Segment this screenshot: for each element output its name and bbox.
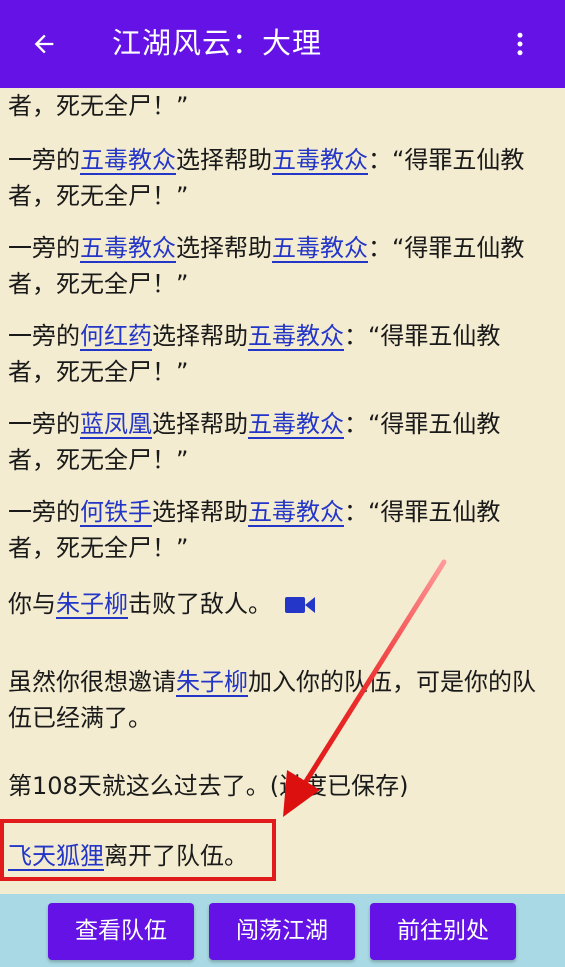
- app-bar: 江湖风云：大理: [0, 0, 565, 88]
- log-message: 一旁的五毒教众选择帮助五毒教众：“得罪五仙教者，死无全尸！”: [8, 142, 548, 214]
- message-text: 选择帮助: [152, 410, 248, 438]
- npc-name-link[interactable]: 五毒教众: [248, 322, 344, 350]
- bottom-action-bar: 查看队伍 闯荡江湖 前往别处: [0, 894, 565, 967]
- log-message: 一旁的五毒教众选择帮助五毒教众：“得罪五仙教者，死无全尸！”: [8, 230, 548, 302]
- more-options-button[interactable]: [500, 24, 540, 64]
- back-button[interactable]: [24, 24, 64, 64]
- annotation-highlight-box: [0, 819, 276, 881]
- message-text: 一旁的: [8, 410, 80, 438]
- npc-name-link[interactable]: 朱子柳: [176, 668, 248, 696]
- more-vert-icon: [517, 32, 523, 56]
- arrow-left-icon: [34, 34, 54, 54]
- message-text: 一旁的: [8, 234, 80, 262]
- message-text: 一旁的: [8, 322, 80, 350]
- npc-name-link[interactable]: 五毒教众: [272, 234, 368, 262]
- log-message: 者，死无全尸！”: [8, 88, 548, 124]
- message-text: 一旁的: [8, 146, 80, 174]
- message-text: 选择帮助: [176, 234, 272, 262]
- message-text: 选择帮助: [176, 146, 272, 174]
- log-message: 第108天就这么过去了。(进度已保存): [8, 768, 548, 804]
- message-text: 虽然你很想邀请: [8, 668, 176, 696]
- npc-name-link[interactable]: 五毒教众: [272, 146, 368, 174]
- go-elsewhere-button[interactable]: 前往别处: [370, 903, 516, 960]
- message-text: 第108天就这么过去了。(进度已保存): [8, 772, 409, 800]
- message-text: 你与: [8, 590, 56, 618]
- log-message: 虽然你很想邀请朱子柳加入你的队伍，可是你的队伍已经满了。: [8, 664, 548, 736]
- npc-name-link[interactable]: 何铁手: [80, 498, 152, 526]
- npc-name-link[interactable]: 五毒教众: [80, 234, 176, 262]
- wander-jianghu-button[interactable]: 闯荡江湖: [209, 903, 355, 960]
- message-log[interactable]: 者，死无全尸！” 一旁的五毒教众选择帮助五毒教众：“得罪五仙教者，死无全尸！” 一旁…: [0, 88, 565, 894]
- message-text: 一旁的: [8, 498, 80, 526]
- video-camera-icon[interactable]: [284, 594, 316, 616]
- npc-name-link[interactable]: 五毒教众: [80, 146, 176, 174]
- page-title: 江湖风云：大理: [112, 26, 323, 60]
- npc-name-link[interactable]: 朱子柳: [56, 590, 128, 618]
- message-text: 选择帮助: [152, 322, 248, 350]
- log-message: 你与朱子柳击败了敌人。: [8, 586, 548, 622]
- view-team-button[interactable]: 查看队伍: [48, 903, 194, 960]
- npc-name-link[interactable]: 五毒教众: [248, 410, 344, 438]
- log-message: 一旁的何铁手选择帮助五毒教众：“得罪五仙教者，死无全尸！”: [8, 494, 548, 566]
- log-message: 一旁的蓝凤凰选择帮助五毒教众：“得罪五仙教者，死无全尸！”: [8, 406, 548, 478]
- npc-name-link[interactable]: 五毒教众: [248, 498, 344, 526]
- npc-name-link[interactable]: 何红药: [80, 322, 152, 350]
- message-text: 选择帮助: [152, 498, 248, 526]
- message-text: 击败了敌人。: [128, 590, 272, 618]
- message-text: 者，死无全尸！”: [8, 92, 189, 120]
- log-message: 一旁的何红药选择帮助五毒教众：“得罪五仙教者，死无全尸！”: [8, 318, 548, 390]
- npc-name-link[interactable]: 蓝凤凰: [80, 410, 152, 438]
